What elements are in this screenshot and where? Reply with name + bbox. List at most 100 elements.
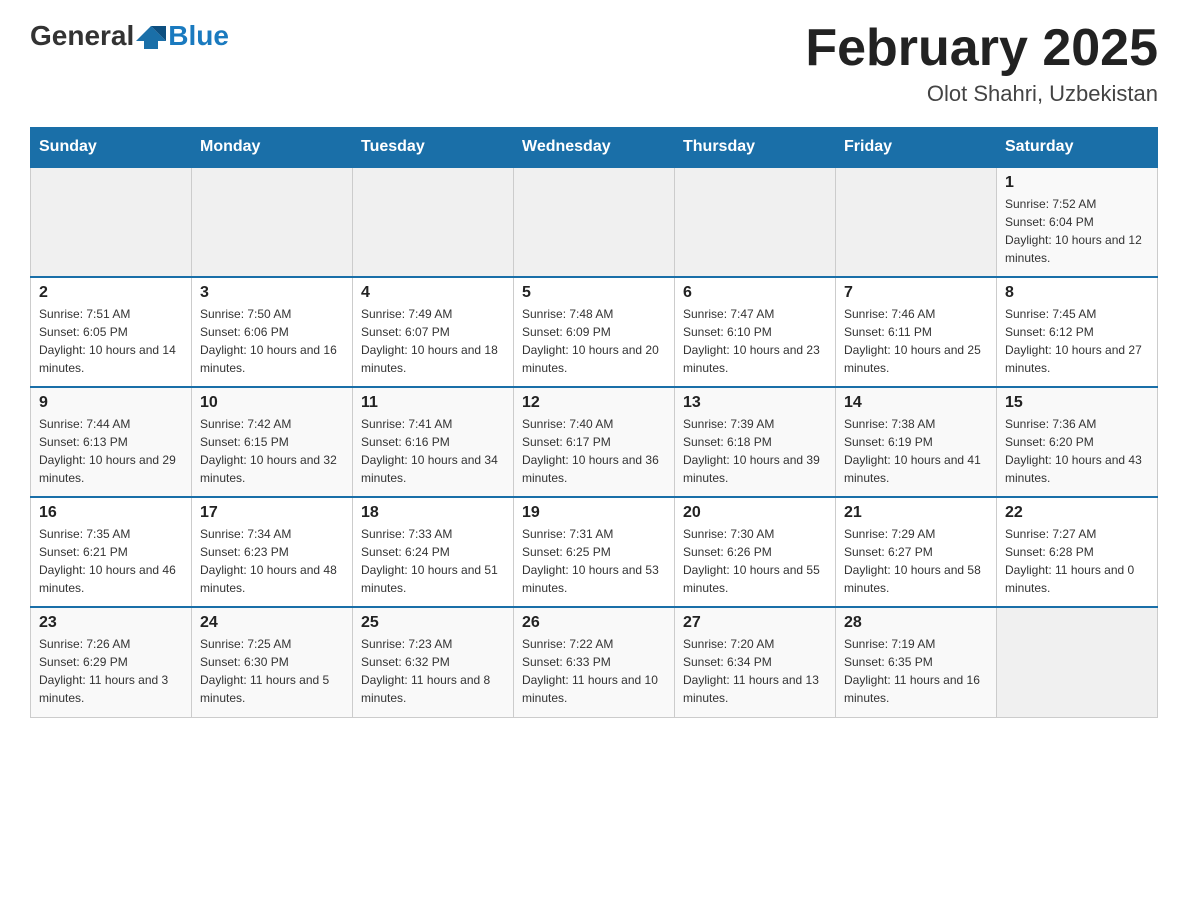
- day-info: Sunrise: 7:26 AMSunset: 6:29 PMDaylight:…: [39, 635, 183, 707]
- calendar-cell: 22 Sunrise: 7:27 AMSunset: 6:28 PMDayligh…: [997, 497, 1158, 607]
- day-info: Sunrise: 7:48 AMSunset: 6:09 PMDaylight:…: [522, 305, 666, 377]
- calendar-table: SundayMondayTuesdayWednesdayThursdayFrid…: [30, 127, 1158, 718]
- day-number: 13: [683, 394, 827, 412]
- day-info: Sunrise: 7:46 AMSunset: 6:11 PMDaylight:…: [844, 305, 988, 377]
- calendar-cell: 9Sunrise: 7:44 AMSunset: 6:13 PMDaylight…: [31, 387, 192, 497]
- week-row-5: 23 Sunrise: 7:26 AMSunset: 6:29 PMDayligh…: [31, 607, 1158, 717]
- calendar-cell: [836, 167, 997, 277]
- logo: General Blue: [30, 20, 229, 52]
- day-info: Sunrise: 7:49 AMSunset: 6:07 PMDaylight:…: [361, 305, 505, 377]
- day-info: Sunrise: 7:45 AMSunset: 6:12 PMDaylight:…: [1005, 305, 1149, 377]
- day-number: 9: [39, 394, 183, 412]
- day-number: 25: [361, 614, 505, 632]
- day-number: 17: [200, 504, 344, 522]
- day-info: Sunrise: 7:19 AMSunset: 6:35 PMDaylight:…: [844, 635, 988, 707]
- calendar-cell: 4 Sunrise: 7:49 AMSunset: 6:07 PMDaylight…: [353, 277, 514, 387]
- day-number: 10: [200, 394, 344, 412]
- day-info: Sunrise: 7:25 AMSunset: 6:30 PMDaylight:…: [200, 635, 344, 707]
- day-number: 11: [361, 394, 505, 412]
- calendar-cell: 1 Sunrise: 7:52 AMSunset: 6:04 PMDaylight…: [997, 167, 1158, 277]
- calendar-cell: 21 Sunrise: 7:29 AMSunset: 6:27 PMDayligh…: [836, 497, 997, 607]
- calendar-cell: 12Sunrise: 7:40 AMSunset: 6:17 PMDayligh…: [514, 387, 675, 497]
- day-number: 7: [844, 284, 988, 302]
- calendar-cell: 18Sunrise: 7:33 AMSunset: 6:24 PMDayligh…: [353, 497, 514, 607]
- weekday-header-wednesday: Wednesday: [514, 128, 675, 168]
- day-number: 5: [522, 284, 666, 302]
- calendar-cell: 3Sunrise: 7:50 AMSunset: 6:06 PMDaylight…: [192, 277, 353, 387]
- day-info: Sunrise: 7:51 AMSunset: 6:05 PMDaylight:…: [39, 305, 183, 377]
- calendar-cell: 28 Sunrise: 7:19 AMSunset: 6:35 PMDayligh…: [836, 607, 997, 717]
- calendar-cell: [997, 607, 1158, 717]
- weekday-header-row: SundayMondayTuesdayWednesdayThursdayFrid…: [31, 128, 1158, 168]
- day-number: 23: [39, 614, 183, 632]
- calendar-cell: [31, 167, 192, 277]
- day-info: Sunrise: 7:38 AMSunset: 6:19 PMDaylight:…: [844, 415, 988, 487]
- day-info: Sunrise: 7:42 AMSunset: 6:15 PMDaylight:…: [200, 415, 344, 487]
- calendar-cell: 17 Sunrise: 7:34 AMSunset: 6:23 PMDayligh…: [192, 497, 353, 607]
- calendar-cell: 7 Sunrise: 7:46 AMSunset: 6:11 PMDaylight…: [836, 277, 997, 387]
- day-number: 1: [1005, 174, 1149, 192]
- day-info: Sunrise: 7:23 AMSunset: 6:32 PMDaylight:…: [361, 635, 505, 707]
- calendar-cell: 16Sunrise: 7:35 AMSunset: 6:21 PMDayligh…: [31, 497, 192, 607]
- weekday-header-friday: Friday: [836, 128, 997, 168]
- day-number: 28: [844, 614, 988, 632]
- calendar-cell: 20 Sunrise: 7:30 AMSunset: 6:26 PMDayligh…: [675, 497, 836, 607]
- calendar-cell: 27 Sunrise: 7:20 AMSunset: 6:34 PMDayligh…: [675, 607, 836, 717]
- day-info: Sunrise: 7:50 AMSunset: 6:06 PMDaylight:…: [200, 305, 344, 377]
- page-header: General Blue February 2025 Olot Shahri, …: [30, 20, 1158, 107]
- calendar-cell: 25 Sunrise: 7:23 AMSunset: 6:32 PMDayligh…: [353, 607, 514, 717]
- calendar-cell: 23 Sunrise: 7:26 AMSunset: 6:29 PMDayligh…: [31, 607, 192, 717]
- calendar-cell: 14 Sunrise: 7:38 AMSunset: 6:19 PMDayligh…: [836, 387, 997, 497]
- day-number: 8: [1005, 284, 1149, 302]
- day-number: 16: [39, 504, 183, 522]
- weekday-header-sunday: Sunday: [31, 128, 192, 168]
- day-number: 21: [844, 504, 988, 522]
- day-info: Sunrise: 7:27 AMSunset: 6:28 PMDaylight:…: [1005, 525, 1149, 597]
- calendar-cell: 26 Sunrise: 7:22 AMSunset: 6:33 PMDayligh…: [514, 607, 675, 717]
- day-number: 20: [683, 504, 827, 522]
- day-info: Sunrise: 7:41 AMSunset: 6:16 PMDaylight:…: [361, 415, 505, 487]
- week-row-1: 1 Sunrise: 7:52 AMSunset: 6:04 PMDaylight…: [31, 167, 1158, 277]
- calendar-cell: 11 Sunrise: 7:41 AMSunset: 6:16 PMDayligh…: [353, 387, 514, 497]
- calendar-cell: [353, 167, 514, 277]
- day-info: Sunrise: 7:34 AMSunset: 6:23 PMDaylight:…: [200, 525, 344, 597]
- day-info: Sunrise: 7:29 AMSunset: 6:27 PMDaylight:…: [844, 525, 988, 597]
- day-info: Sunrise: 7:36 AMSunset: 6:20 PMDaylight:…: [1005, 415, 1149, 487]
- week-row-2: 2 Sunrise: 7:51 AMSunset: 6:05 PMDaylight…: [31, 277, 1158, 387]
- day-info: Sunrise: 7:47 AMSunset: 6:10 PMDaylight:…: [683, 305, 827, 377]
- week-row-4: 16Sunrise: 7:35 AMSunset: 6:21 PMDayligh…: [31, 497, 1158, 607]
- day-number: 26: [522, 614, 666, 632]
- calendar-cell: 5 Sunrise: 7:48 AMSunset: 6:09 PMDaylight…: [514, 277, 675, 387]
- day-number: 12: [522, 394, 666, 412]
- weekday-header-thursday: Thursday: [675, 128, 836, 168]
- calendar-cell: 10 Sunrise: 7:42 AMSunset: 6:15 PMDayligh…: [192, 387, 353, 497]
- day-number: 4: [361, 284, 505, 302]
- day-info: Sunrise: 7:39 AMSunset: 6:18 PMDaylight:…: [683, 415, 827, 487]
- day-number: 15: [1005, 394, 1149, 412]
- calendar-cell: 6Sunrise: 7:47 AMSunset: 6:10 PMDaylight…: [675, 277, 836, 387]
- day-info: Sunrise: 7:31 AMSunset: 6:25 PMDaylight:…: [522, 525, 666, 597]
- calendar-cell: [675, 167, 836, 277]
- calendar-cell: 19Sunrise: 7:31 AMSunset: 6:25 PMDayligh…: [514, 497, 675, 607]
- day-info: Sunrise: 7:30 AMSunset: 6:26 PMDaylight:…: [683, 525, 827, 597]
- day-info: Sunrise: 7:52 AMSunset: 6:04 PMDaylight:…: [1005, 195, 1149, 267]
- calendar-cell: [192, 167, 353, 277]
- week-row-3: 9Sunrise: 7:44 AMSunset: 6:13 PMDaylight…: [31, 387, 1158, 497]
- calendar-cell: 24 Sunrise: 7:25 AMSunset: 6:30 PMDayligh…: [192, 607, 353, 717]
- calendar-cell: 15 Sunrise: 7:36 AMSunset: 6:20 PMDayligh…: [997, 387, 1158, 497]
- day-number: 24: [200, 614, 344, 632]
- location: Olot Shahri, Uzbekistan: [805, 81, 1158, 107]
- day-info: Sunrise: 7:22 AMSunset: 6:33 PMDaylight:…: [522, 635, 666, 707]
- weekday-header-monday: Monday: [192, 128, 353, 168]
- day-number: 22: [1005, 504, 1149, 522]
- day-info: Sunrise: 7:20 AMSunset: 6:34 PMDaylight:…: [683, 635, 827, 707]
- logo-text-general: General: [30, 20, 134, 52]
- day-number: 14: [844, 394, 988, 412]
- day-number: 2: [39, 284, 183, 302]
- calendar-cell: 13 Sunrise: 7:39 AMSunset: 6:18 PMDayligh…: [675, 387, 836, 497]
- calendar-cell: 2 Sunrise: 7:51 AMSunset: 6:05 PMDaylight…: [31, 277, 192, 387]
- calendar-cell: 8 Sunrise: 7:45 AMSunset: 6:12 PMDaylight…: [997, 277, 1158, 387]
- day-number: 27: [683, 614, 827, 632]
- day-info: Sunrise: 7:33 AMSunset: 6:24 PMDaylight:…: [361, 525, 505, 597]
- calendar-cell: [514, 167, 675, 277]
